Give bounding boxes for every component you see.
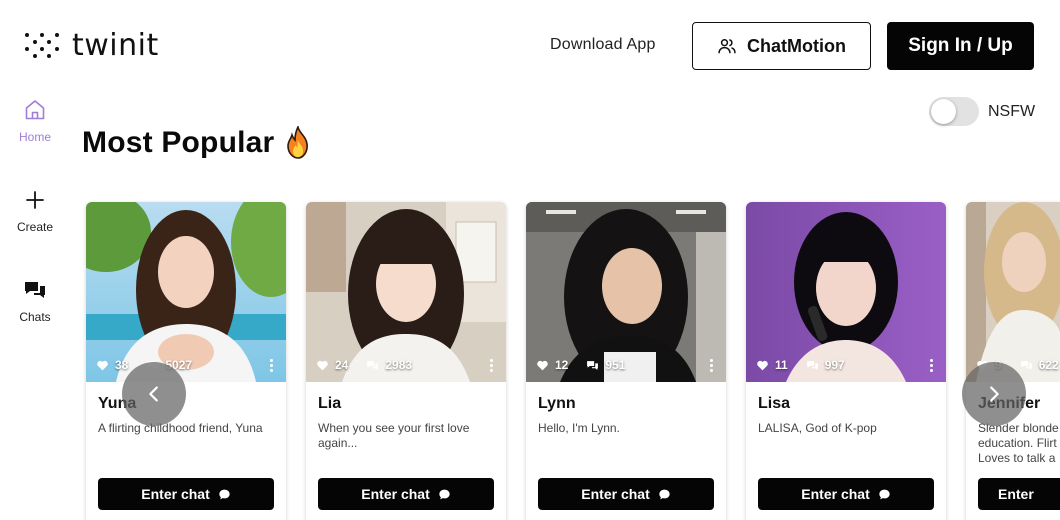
- sidebar-item-home[interactable]: Home: [0, 98, 70, 144]
- enter-chat-label: Enter chat: [581, 486, 650, 502]
- character-description: LALISA, God of K-pop: [758, 421, 877, 435]
- character-image[interactable]: 38 5027: [86, 202, 286, 382]
- character-image[interactable]: 9 622: [966, 202, 1060, 382]
- chat-bubble-icon: [439, 489, 450, 499]
- chat-bubble-icon: [879, 489, 890, 499]
- sidebar-item-create[interactable]: Create: [0, 188, 70, 234]
- more-options-icon[interactable]: [710, 359, 714, 372]
- chatmotion-label: ChatMotion: [747, 35, 846, 56]
- chat-bubble-icon: [219, 489, 230, 499]
- character-description: When you see your first love again...: [318, 421, 470, 450]
- likes-count: 11: [775, 358, 788, 372]
- nsfw-label: NSFW: [988, 102, 1036, 120]
- character-name: Lisa: [758, 395, 791, 412]
- carousel-prev-button[interactable]: [122, 362, 186, 426]
- chat-bubbles-icon: [25, 282, 45, 298]
- sidebar-item-label: Create: [16, 220, 54, 234]
- more-options-icon[interactable]: [270, 359, 274, 372]
- enter-chat-button[interactable]: Enter chat: [318, 478, 494, 510]
- chat-bubble-icon: [659, 489, 670, 499]
- chat-count-icon: [806, 360, 818, 370]
- nsfw-toggle[interactable]: [929, 97, 979, 126]
- nsfw-toggle-group: NSFW: [929, 97, 1035, 126]
- sidebar-item-chats[interactable]: Chats: [0, 278, 70, 324]
- sidebar-item-label: Home: [18, 130, 51, 144]
- carousel-next-button[interactable]: [962, 362, 1026, 426]
- character-card-lynn[interactable]: 12 951 Lynn Hello, I'm Lynn. Enter chat: [526, 202, 726, 520]
- home-icon: [25, 100, 45, 120]
- character-image[interactable]: 12 951: [526, 202, 726, 382]
- character-card-lia[interactable]: 24 2983 Lia When you see your first love…: [306, 202, 506, 520]
- toggle-knob: [931, 99, 956, 124]
- chat-count-icon: [367, 360, 379, 370]
- heart-icon: [757, 360, 768, 370]
- character-card-jennifer[interactable]: 9 622 Jennifer Slender blonde education.…: [966, 202, 1060, 520]
- more-options-icon[interactable]: [930, 359, 934, 372]
- users-icon: [718, 39, 736, 54]
- character-description: A flirting childhood friend, Yuna: [98, 421, 263, 435]
- download-app-link[interactable]: Download App: [550, 36, 656, 54]
- card-stats: 24 2983: [316, 358, 412, 372]
- logo-mark-icon: [24, 33, 60, 59]
- enter-chat-label: Enter chat: [801, 486, 870, 502]
- character-card-lisa[interactable]: 11 997 Lisa LALISA, God of K-pop Enter c…: [746, 202, 946, 520]
- enter-chat-button[interactable]: Enter chat: [538, 478, 714, 510]
- chats-count: 997: [824, 358, 845, 372]
- character-description: Slender blonde education. Flirt Loves to…: [978, 421, 1059, 465]
- heart-icon: [537, 360, 548, 370]
- character-name: Lia: [318, 395, 342, 412]
- card-stats: 12 951: [536, 358, 625, 372]
- character-description: Hello, I'm Lynn.: [538, 421, 620, 435]
- section-heading: Most Popular: [82, 126, 312, 160]
- sidebar-item-label: Chats: [19, 310, 51, 324]
- logo[interactable]: twinit: [24, 28, 159, 63]
- card-stats: 11 997: [756, 358, 845, 372]
- chat-count-icon: [1020, 360, 1032, 370]
- chat-count-icon: [587, 360, 599, 370]
- character-image[interactable]: 11 997: [746, 202, 946, 382]
- page-title: Most Popular: [82, 126, 275, 159]
- likes-count: 12: [555, 358, 569, 372]
- enter-chat-label: Enter chat: [141, 486, 210, 502]
- enter-chat-button[interactable]: Enter chat: [98, 478, 274, 510]
- character-image[interactable]: 24 2983: [306, 202, 506, 382]
- more-options-icon[interactable]: [490, 359, 494, 372]
- enter-chat-button[interactable]: Enter chat: [758, 478, 934, 510]
- likes-count: 38: [115, 358, 129, 372]
- heart-icon: [97, 360, 108, 370]
- enter-chat-button[interactable]: Enter: [978, 478, 1060, 510]
- chevron-right-icon: [990, 386, 999, 402]
- plus-icon: [26, 191, 44, 209]
- logo-text: twinit: [72, 28, 159, 63]
- chatmotion-button[interactable]: ChatMotion: [692, 22, 871, 70]
- chats-count: 2983: [385, 358, 413, 372]
- chats-count: 951: [605, 358, 626, 372]
- heart-icon: [317, 360, 328, 370]
- likes-count: 24: [335, 358, 349, 372]
- sign-in-button[interactable]: Sign In / Up: [887, 22, 1034, 70]
- enter-chat-label: Enter: [998, 486, 1034, 502]
- chevron-left-icon: [149, 386, 158, 402]
- enter-chat-label: Enter chat: [361, 486, 430, 502]
- character-card-yuna[interactable]: 38 5027 Yuna A flirting childhood friend…: [86, 202, 286, 520]
- chats-count: 622: [1038, 358, 1059, 372]
- fire-icon: [287, 126, 309, 159]
- character-name: Lynn: [538, 395, 576, 412]
